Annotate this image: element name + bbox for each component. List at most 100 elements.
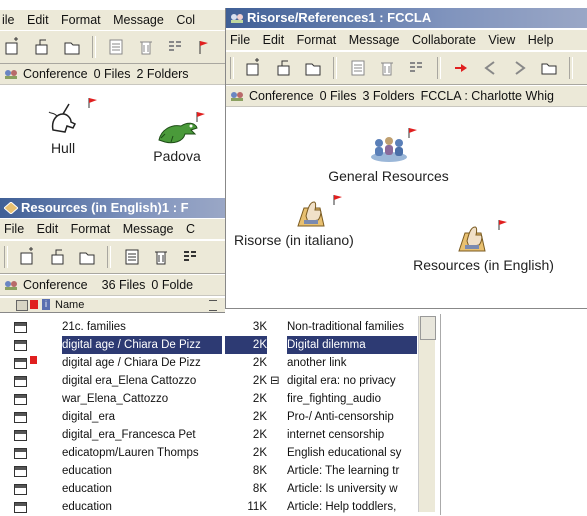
resources-english-node[interactable]: Resources (in English) [391, 223, 576, 273]
menu-edit[interactable]: Edit [263, 30, 285, 50]
list-item[interactable]: digital_era 2K Pro-/ Anti-censorship [0, 408, 440, 426]
menu-message[interactable]: Message [113, 10, 164, 30]
menu-edit[interactable]: Edit [27, 10, 49, 30]
statusbar: Conference 0 Files 2 Folders [0, 64, 225, 85]
vertical-scrollbar[interactable] [418, 316, 436, 512]
menu-view[interactable]: View [488, 30, 515, 50]
message-status: ⊟ [270, 375, 280, 387]
new-folder-icon[interactable] [303, 58, 323, 78]
list-view-icon[interactable] [348, 58, 368, 78]
menu-collaborate[interactable]: Col [176, 10, 195, 30]
menu-message[interactable]: Message [349, 30, 400, 50]
toolbar [0, 240, 225, 274]
menu-format[interactable]: Format [61, 10, 101, 30]
menu-message[interactable]: Message [123, 219, 174, 239]
new-folder-icon[interactable] [62, 37, 82, 57]
message-name: digital_era [62, 411, 116, 423]
statusbar: Conference 36 Files 0 Folde [0, 275, 225, 296]
window-title: Risorse/References1 : FCCLA [247, 10, 432, 25]
toolbar-divider [107, 246, 112, 268]
list-item[interactable]: digital age / Chiara De Pizz 2K Digital di… [0, 336, 440, 354]
properties-icon[interactable] [180, 247, 200, 267]
hull-node[interactable]: Hull [38, 100, 88, 156]
reply-icon[interactable] [32, 37, 52, 57]
risorse-references-window: Risorse/References1 : FCCLA File Edit Fo… [225, 8, 587, 309]
column-status-icon[interactable]: i [42, 299, 50, 310]
list-item[interactable]: digital_era_Francesca Pet 2K internet cens… [0, 426, 440, 444]
flag-icon[interactable] [451, 58, 471, 78]
message-size: 2K [252, 393, 267, 405]
conference-window-back: ile Edit Format Message Col Conference 0 … [0, 0, 225, 200]
properties-icon[interactable] [165, 37, 185, 57]
flag-icon[interactable] [194, 37, 214, 57]
status-conference-info: FCCLA : Charlotte Whig [420, 89, 554, 103]
conference-icon [5, 70, 17, 79]
list-view-icon[interactable] [122, 247, 142, 267]
message-description: Non-traditional families [287, 321, 404, 333]
list-item[interactable]: education 8K Article: The learning tr [0, 462, 440, 480]
message-name: digital era_Elena Cattozzo [62, 375, 197, 387]
column-name-header[interactable]: Name [55, 298, 84, 312]
list-item[interactable]: education 11K Article: Help toddlers, [0, 498, 440, 516]
properties-icon[interactable] [406, 58, 426, 78]
new-folder-icon[interactable] [77, 247, 97, 267]
list-item[interactable]: edicatopm/Lauren Thomps 2K English educati… [0, 444, 440, 462]
new-message-icon[interactable] [18, 247, 38, 267]
toolbar-divider [569, 57, 574, 79]
conference-icon [5, 281, 17, 290]
message-description: internet censorship [287, 429, 385, 441]
list-item[interactable]: digital era_Elena Cattozzo 2K ⊟ digital era… [0, 372, 440, 390]
column-type-icon[interactable] [16, 300, 28, 311]
scrollbar-thumb[interactable] [420, 316, 436, 340]
column-resize-grip[interactable] [209, 300, 217, 311]
trash-icon[interactable] [377, 58, 397, 78]
previous-icon[interactable] [480, 58, 500, 78]
window-titlebar[interactable]: Risorse/References1 : FCCLA [226, 8, 587, 28]
message-name: education [62, 501, 112, 513]
column-flag-icon[interactable] [30, 300, 38, 309]
reply-icon[interactable] [48, 247, 68, 267]
conference-icon [231, 14, 243, 23]
next-icon[interactable] [510, 58, 530, 78]
risorse-italiano-node[interactable]: Risorse (in italiano) [234, 198, 394, 248]
window-titlebar[interactable]: Resources (in English)1 : F [0, 198, 225, 218]
list-item[interactable]: education 8K Article: Is university w [0, 480, 440, 498]
new-message-icon[interactable] [244, 58, 264, 78]
message-icon [14, 394, 27, 405]
list-item[interactable]: war_Elena_Cattozzo 2K fire_fighting_audio [0, 390, 440, 408]
menu-collaborate[interactable]: Collaborate [412, 30, 476, 50]
menu-file[interactable]: File [4, 219, 24, 239]
list-item[interactable]: 21c. families 3K Non-traditional families [0, 318, 440, 336]
message-size: 2K [252, 357, 267, 369]
toolbar-divider [333, 57, 338, 79]
message-size: 8K [252, 483, 267, 495]
general-resources-label: General Resources [328, 168, 449, 184]
padova-label: Padova [153, 148, 201, 164]
menu-file[interactable]: File [230, 30, 250, 50]
resources-english-label: Resources (in English) [413, 257, 554, 273]
menu-format[interactable]: Format [297, 30, 337, 50]
message-size: 2K [252, 375, 267, 387]
message-list: 21c. families 3K Non-traditional families d… [0, 314, 441, 515]
menu-collaborate[interactable]: C [186, 219, 195, 239]
message-icon [14, 340, 27, 351]
hand-folder-icon [297, 201, 325, 227]
menu-format[interactable]: Format [71, 219, 111, 239]
message-size: 2K [252, 447, 267, 459]
new-message-icon[interactable] [3, 37, 23, 57]
flag-marker [196, 112, 205, 122]
reply-icon[interactable] [274, 58, 294, 78]
message-description: Article: The learning tr [287, 465, 400, 477]
list-item[interactable]: digital age / Chiara De Pizz 2K another li… [0, 354, 440, 372]
menu-file[interactable]: ile [2, 10, 15, 30]
message-size: 2K [225, 336, 267, 354]
general-resources-node[interactable]: General Resources [306, 133, 471, 184]
menu-help[interactable]: Help [528, 30, 554, 50]
trash-icon[interactable] [136, 37, 156, 57]
list-header: i Name [0, 298, 225, 313]
menu-edit[interactable]: Edit [37, 219, 59, 239]
message-size: 8K [252, 465, 267, 477]
trash-icon[interactable] [151, 247, 171, 267]
list-view-icon[interactable] [106, 37, 126, 57]
open-folder-icon[interactable] [539, 58, 559, 78]
